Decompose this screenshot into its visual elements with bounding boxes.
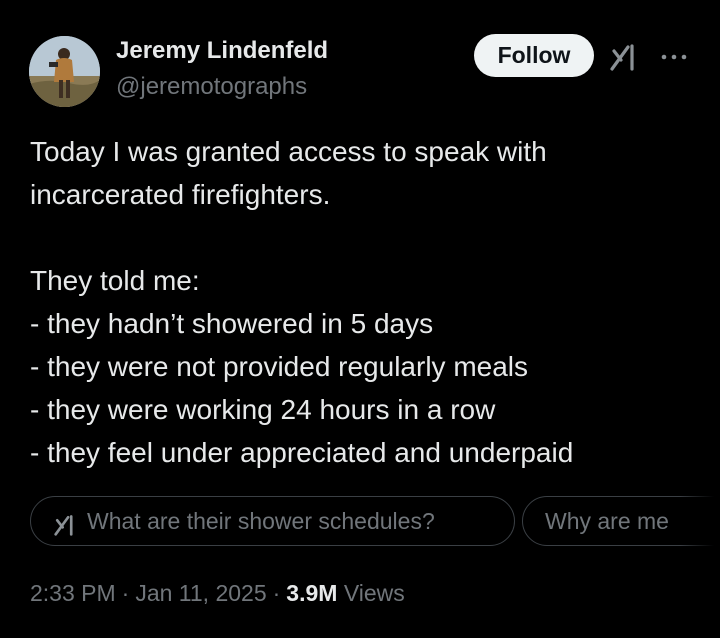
tweet-line: - they were working 24 hours in a row — [30, 394, 496, 425]
grok-prompt-chip[interactable]: What are their shower schedules? — [30, 496, 515, 546]
follow-button[interactable]: Follow — [474, 34, 594, 77]
author-name[interactable]: Jeremy Lindenfeld — [116, 35, 328, 67]
tweet-line: - they were not provided regularly meals — [30, 351, 529, 382]
grok-prompt-label: Why are me — [545, 508, 669, 534]
more-horizontal-icon[interactable] — [654, 42, 694, 72]
grok-icon — [51, 507, 79, 536]
tweet-meta: 2:33 PM · Jan 11, 2025 · 3.9M Views — [30, 577, 405, 609]
views-label: Views — [343, 580, 405, 606]
paragraph-break — [30, 216, 700, 259]
tweet-line: incarcerated firefighters. — [30, 179, 331, 210]
views-count: 3.9M — [286, 580, 338, 606]
author-handle[interactable]: @jeremotographs — [116, 71, 307, 103]
tweet-line: - they feel under appreciated and underp… — [30, 437, 574, 468]
grok-icon[interactable] — [606, 39, 642, 75]
separator: · — [272, 580, 281, 606]
avatar[interactable] — [29, 36, 100, 107]
tweet-line: They told me: — [30, 265, 200, 296]
tweet-line: - they hadn’t showered in 5 days — [30, 308, 434, 339]
avatar-photo — [29, 36, 100, 107]
tweet-time[interactable]: 2:33 PM — [30, 580, 116, 606]
grok-prompt-chip[interactable]: Why are me — [522, 496, 720, 546]
tweet-line: Today I was granted access to speak with — [30, 136, 547, 167]
grok-prompt-label: What are their shower schedules? — [87, 508, 435, 534]
tweet-text: Today I was granted access to speak with… — [30, 130, 700, 474]
separator: · — [121, 580, 130, 606]
tweet-date[interactable]: Jan 11, 2025 — [135, 580, 266, 606]
